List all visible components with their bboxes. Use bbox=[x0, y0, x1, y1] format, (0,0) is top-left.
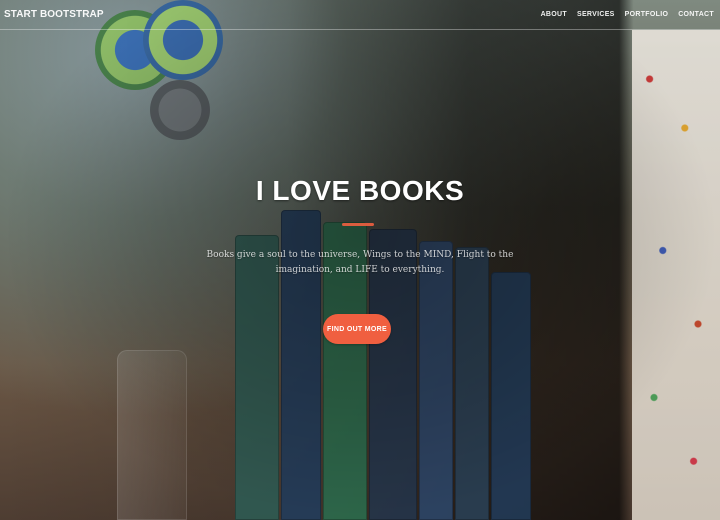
hero-overlay bbox=[0, 0, 720, 520]
nav-portfolio[interactable]: PORTFOLIO bbox=[625, 11, 669, 18]
brand-link[interactable]: START BOOTSTRAP bbox=[4, 9, 104, 20]
nav-services[interactable]: SERVICES bbox=[577, 11, 615, 18]
find-out-more-button[interactable]: FIND OUT MORE bbox=[323, 314, 391, 344]
navbar: START BOOTSTRAP ABOUT SERVICES PORTFOLIO… bbox=[0, 0, 720, 30]
page: START BOOTSTRAP ABOUT SERVICES PORTFOLIO… bbox=[0, 0, 720, 520]
nav-contact[interactable]: CONTACT bbox=[678, 11, 714, 18]
nav-about[interactable]: ABOUT bbox=[541, 11, 567, 18]
nav-menu: ABOUT SERVICES PORTFOLIO CONTACT bbox=[541, 11, 714, 18]
